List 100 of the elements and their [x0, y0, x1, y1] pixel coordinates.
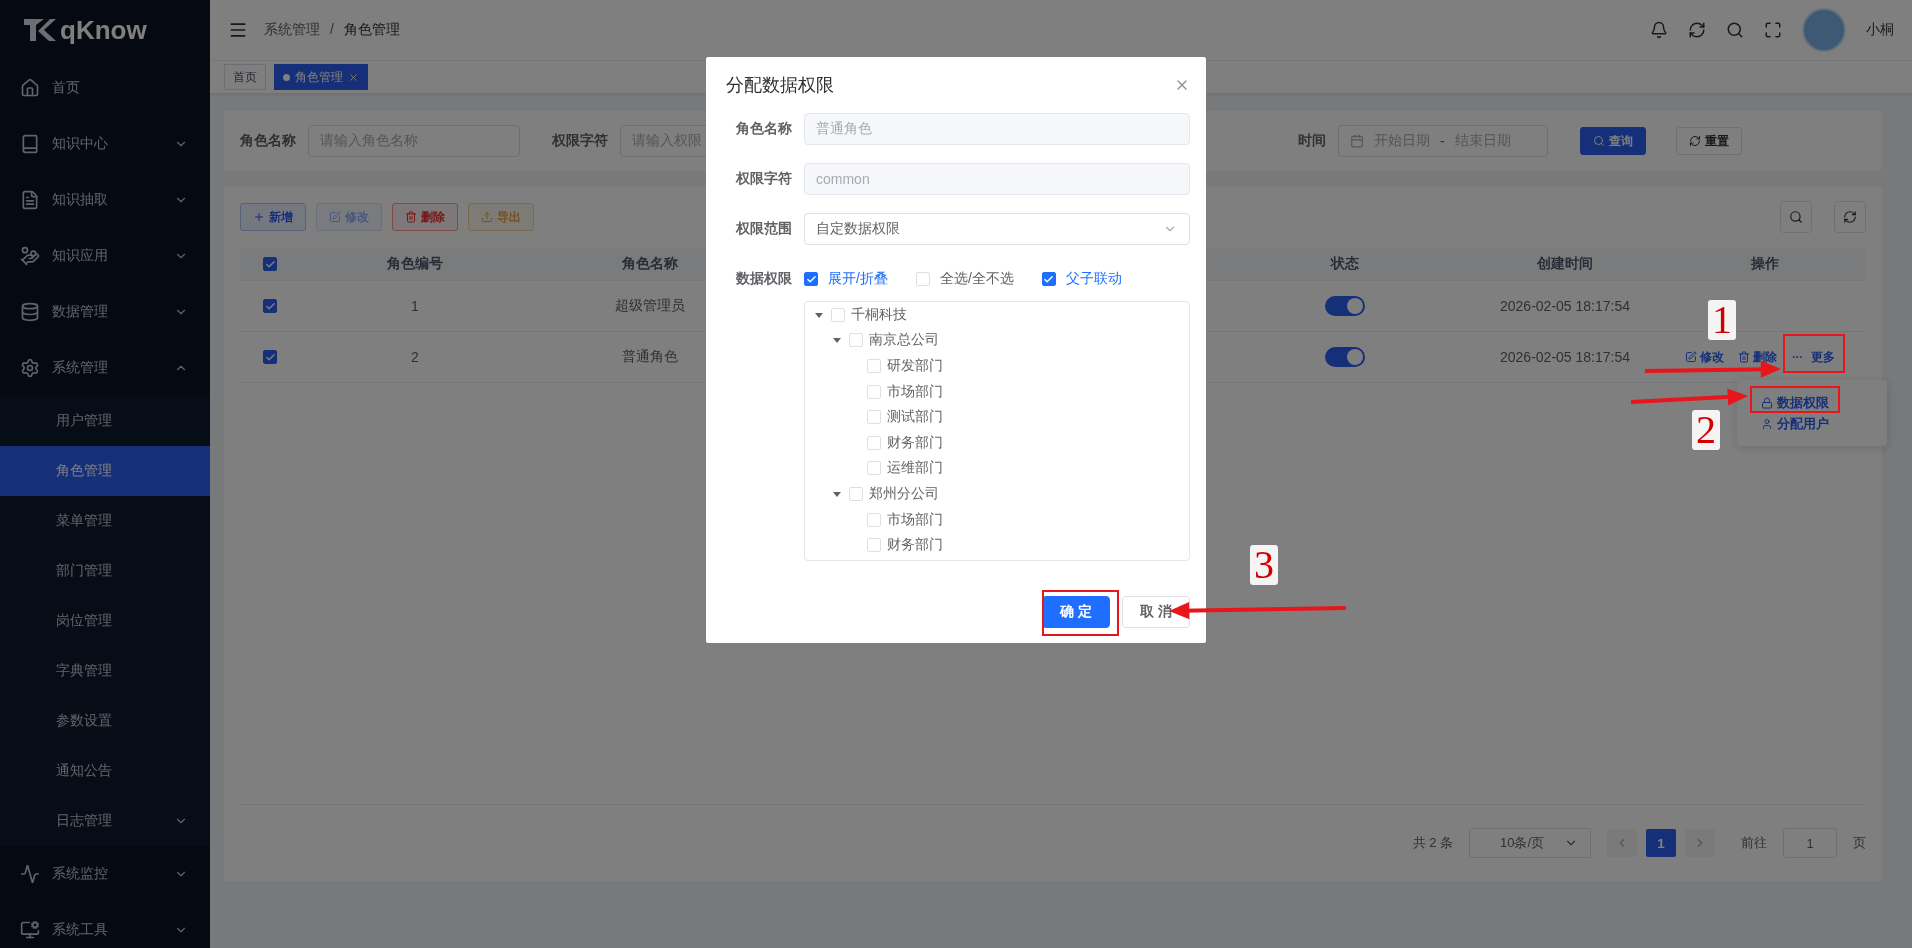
sidebar-item[interactable]: 首页 — [0, 60, 210, 116]
table-cell-text: 2026-02-05 18:17:54 — [1499, 349, 1631, 365]
tree-node-label: 千桐科技 — [851, 305, 907, 324]
tab[interactable]: 首页 — [224, 64, 266, 90]
filter-label: 权限字符 — [552, 132, 608, 150]
bell-icon[interactable] — [1650, 21, 1668, 39]
gear-icon — [20, 358, 40, 378]
search-button[interactable] — [1780, 201, 1812, 233]
tree-node-label: 郑州分公司 — [869, 484, 939, 503]
tree-node-label: 研发部门 — [887, 357, 943, 375]
select-field[interactable]: 自定数据权限 — [804, 213, 1190, 245]
input-field[interactable]: 普通角色 — [804, 113, 1190, 145]
status-dot — [283, 73, 290, 81]
page-input[interactable]: 1 — [1783, 828, 1837, 858]
form-label: 数据权限 — [735, 270, 793, 288]
checkbox[interactable] — [1041, 272, 1056, 286]
toolbar-button[interactable]: 删除 — [392, 203, 458, 231]
sidebar-item[interactable]: 数据管理 — [0, 284, 210, 340]
refresh-button[interactable] — [1834, 201, 1866, 233]
column-header: 角色名称 — [621, 255, 679, 273]
checkbox[interactable] — [263, 299, 277, 313]
lock-icon — [1761, 396, 1773, 409]
reset-button[interactable]: 重置 — [1676, 127, 1742, 155]
search-button[interactable]: 查询 — [1580, 127, 1646, 155]
column-header: 操作 — [1750, 255, 1780, 273]
input-field[interactable]: common — [804, 163, 1190, 195]
sidebar-item[interactable]: 岗位管理 — [0, 596, 210, 646]
checkbox-option[interactable]: 展开/折叠 — [804, 270, 888, 288]
sidebar-item[interactable]: 知识抽取 — [0, 172, 210, 228]
avatar[interactable] — [1802, 8, 1846, 52]
confirm-button[interactable]: 确 定 — [1042, 596, 1111, 628]
close-icon[interactable] — [348, 71, 359, 83]
column-header: 状态 — [1329, 255, 1360, 273]
sidebar-item[interactable]: 通知公告 — [0, 746, 210, 796]
search-icon — [1789, 210, 1803, 224]
logo-icon — [22, 17, 56, 43]
sidebar-item[interactable]: 系统工具 — [0, 902, 210, 948]
sidebar-item[interactable]: 用户管理 — [0, 396, 210, 446]
status-switch[interactable] — [1325, 296, 1365, 316]
annotation-number: 2 — [1692, 410, 1720, 450]
annotation-number: 1 — [1708, 300, 1736, 340]
toolbar-button[interactable]: 新增 — [240, 203, 306, 231]
checkbox[interactable] — [263, 257, 277, 271]
sidebar-item[interactable]: 角色管理 — [0, 446, 210, 496]
page-suffix: 页 — [1853, 834, 1866, 852]
checkbox[interactable] — [263, 350, 277, 364]
page-button[interactable]: 1 — [1646, 829, 1676, 857]
tree-node-label: 市场部门 — [887, 382, 943, 401]
sidebar-item[interactable]: 系统监控 — [0, 846, 210, 902]
fullscreen-icon[interactable] — [1764, 21, 1782, 39]
menu-item[interactable]: 分配用户 — [1761, 414, 1887, 433]
column-header: 创建时间 — [1536, 255, 1594, 273]
table-cell-text: 超级管理员 — [614, 297, 686, 315]
form-label: 角色名称 — [735, 120, 793, 138]
hand-coins-icon — [20, 246, 40, 266]
sidebar-item[interactable]: 系统管理 — [0, 340, 210, 396]
table-cell-text: 2 — [410, 349, 420, 365]
filter-label: 角色名称 — [240, 132, 296, 150]
form-label: 权限字符 — [735, 170, 793, 188]
logo-text: qKnow — [60, 14, 147, 46]
sidebar-item[interactable]: 知识应用 — [0, 228, 210, 284]
database-icon — [20, 302, 40, 322]
annotation-number: 3 — [1250, 545, 1278, 585]
breadcrumb-separator: / — [330, 21, 334, 39]
annotation-frame — [1783, 334, 1845, 373]
action-link[interactable]: 删除 — [1738, 348, 1777, 366]
page-size-select[interactable]: 10条/页 — [1469, 828, 1591, 858]
sidebar-item[interactable]: 字典管理 — [0, 646, 210, 696]
trash-icon — [1738, 351, 1750, 363]
sidebar-item[interactable]: 部门管理 — [0, 546, 210, 596]
form-label: 权限范围 — [735, 220, 793, 238]
menu-icon[interactable] — [228, 20, 248, 40]
action-link[interactable]: 更多 — [1791, 348, 1835, 366]
sidebar-item[interactable]: 日志管理 — [0, 796, 210, 846]
tree-node-label: 测试部门 — [887, 408, 943, 427]
cancel-button[interactable]: 取 消 — [1122, 596, 1190, 628]
checkbox[interactable] — [804, 272, 818, 286]
checkbox-option[interactable]: 父子联动 — [1041, 270, 1122, 288]
plus-icon — [253, 211, 265, 223]
table-cell-text: 2026-02-05 18:17:54 — [1499, 298, 1631, 314]
search-icon[interactable] — [1726, 21, 1744, 39]
action-link[interactable]: 修改 — [1685, 348, 1724, 366]
monitor-gear-icon — [20, 920, 40, 940]
person-icon — [1761, 417, 1773, 430]
checkbox-option[interactable]: 全选/全不选 — [915, 270, 1014, 288]
sidebar-item[interactable]: 知识中心 — [0, 116, 210, 172]
sidebar-item[interactable]: 菜单管理 — [0, 496, 210, 546]
user-name[interactable]: 小桐 — [1866, 21, 1894, 39]
refresh-icon — [1689, 135, 1701, 147]
trash-icon — [405, 211, 417, 223]
toolbar-button[interactable]: 导出 — [468, 203, 534, 231]
tree-node-label: 市场部门 — [887, 510, 943, 529]
sidebar-item[interactable]: 参数设置 — [0, 696, 210, 746]
breadcrumb-item[interactable]: 系统管理 — [264, 21, 320, 39]
tab[interactable]: 角色管理 — [274, 64, 368, 90]
status-switch[interactable] — [1325, 347, 1365, 367]
refresh-icon[interactable] — [1688, 21, 1706, 39]
tree-node-label: 财务部门 — [887, 536, 943, 555]
total-count: 共 2 条 — [1412, 834, 1453, 852]
house-icon — [20, 78, 40, 98]
